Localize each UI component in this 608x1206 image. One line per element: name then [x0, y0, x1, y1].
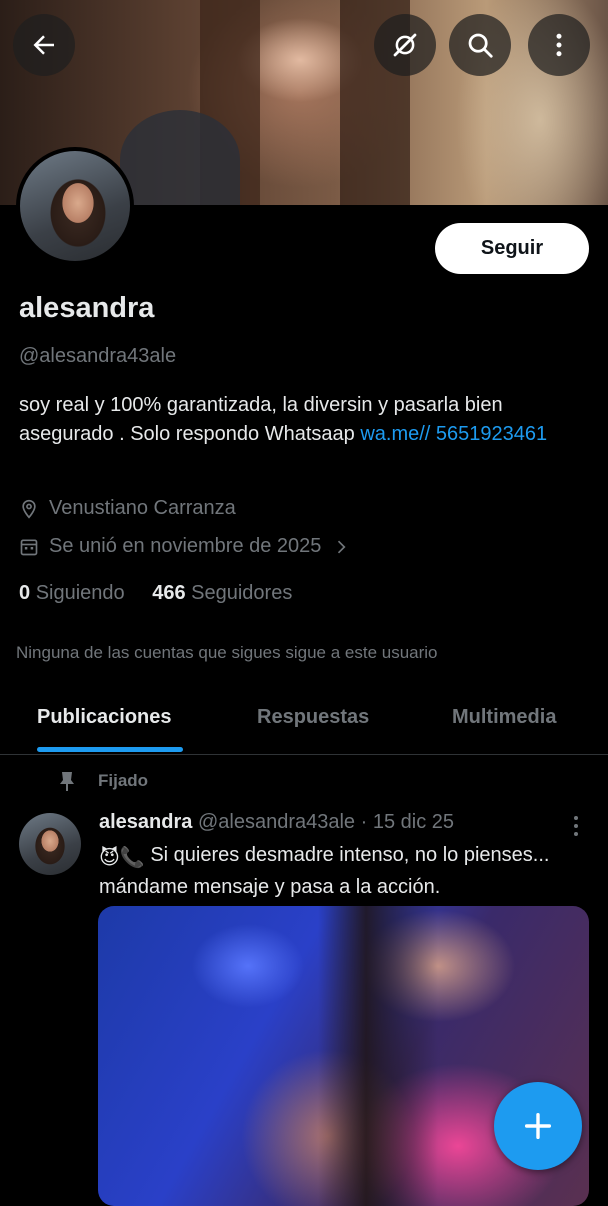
followers-link[interactable]: 466 Seguidores	[152, 582, 292, 604]
post-date[interactable]: 15 dic 25	[373, 811, 454, 833]
following-count: 0	[19, 582, 31, 604]
profile-location: Venustiano Carranza	[19, 497, 236, 520]
tab-respuestas[interactable]: Respuestas	[257, 706, 369, 729]
followers-count: 466	[152, 582, 186, 604]
location-pin-icon	[22, 499, 36, 519]
following-link[interactable]: 0 Siguiendo	[19, 582, 125, 604]
follow-stats: 0 Siguiendo 466 Seguidores	[19, 582, 292, 605]
compose-button[interactable]	[494, 1082, 582, 1170]
back-button[interactable]	[13, 14, 75, 76]
grok-button[interactable]	[374, 14, 436, 76]
calendar-icon	[20, 539, 38, 555]
tab-multimedia[interactable]: Multimedia	[452, 706, 556, 729]
followers-label: Seguidores	[191, 582, 293, 604]
location-text: Venustiano Carranza	[49, 497, 236, 519]
plus-icon	[524, 1112, 552, 1140]
tab-publicaciones[interactable]: Publicaciones	[37, 706, 172, 729]
grok-icon	[393, 33, 417, 57]
profile-joined[interactable]: Se unió en noviembre de 2025	[19, 535, 361, 558]
search-button[interactable]	[449, 14, 511, 76]
post-text: 😈📞 Si quieres desmadre intenso, no lo pi…	[99, 841, 599, 902]
active-tab-indicator	[37, 747, 183, 752]
banner-shoulder	[120, 110, 240, 205]
pinned-label: Fijado	[58, 770, 148, 792]
post-emojis: 😈📞	[99, 847, 145, 869]
joined-text: Se unió en noviembre de 2025	[49, 535, 322, 557]
chevron-right-icon	[338, 540, 346, 553]
more-options-button[interactable]	[528, 14, 590, 76]
search-icon	[468, 33, 493, 58]
following-label: Siguiendo	[35, 582, 125, 604]
media-hair	[318, 906, 438, 1206]
profile-handle: @alesandra43ale	[19, 345, 177, 367]
post-author-name[interactable]: alesandra	[99, 811, 192, 833]
post-more-icon[interactable]	[566, 814, 586, 838]
profile-bio: soy real y 100% garantizada, la diversin…	[19, 391, 579, 449]
profile-tabs: Publicaciones Respuestas Multimedia	[0, 690, 608, 755]
profile-avatar[interactable]	[16, 147, 134, 265]
more-vertical-icon	[556, 33, 562, 57]
post-header: alesandra @alesandra43ale · 15 dic 25	[99, 811, 454, 834]
post-author-handle[interactable]: @alesandra43ale	[198, 811, 355, 833]
post-author-avatar[interactable]	[19, 813, 81, 875]
bio-link[interactable]: wa.me// 5651923461	[360, 423, 547, 445]
post-separator: ·	[360, 811, 368, 833]
follow-button[interactable]: Seguir	[435, 223, 589, 274]
back-arrow-icon	[33, 35, 54, 55]
mutual-followers-note: Ninguna de las cuentas que sigues sigue …	[16, 643, 438, 662]
pin-icon	[60, 772, 74, 791]
post-body: Si quieres desmadre intenso, no lo piens…	[99, 844, 550, 898]
pinned-text: Fijado	[98, 771, 149, 790]
profile-name: alesandra	[19, 292, 155, 324]
